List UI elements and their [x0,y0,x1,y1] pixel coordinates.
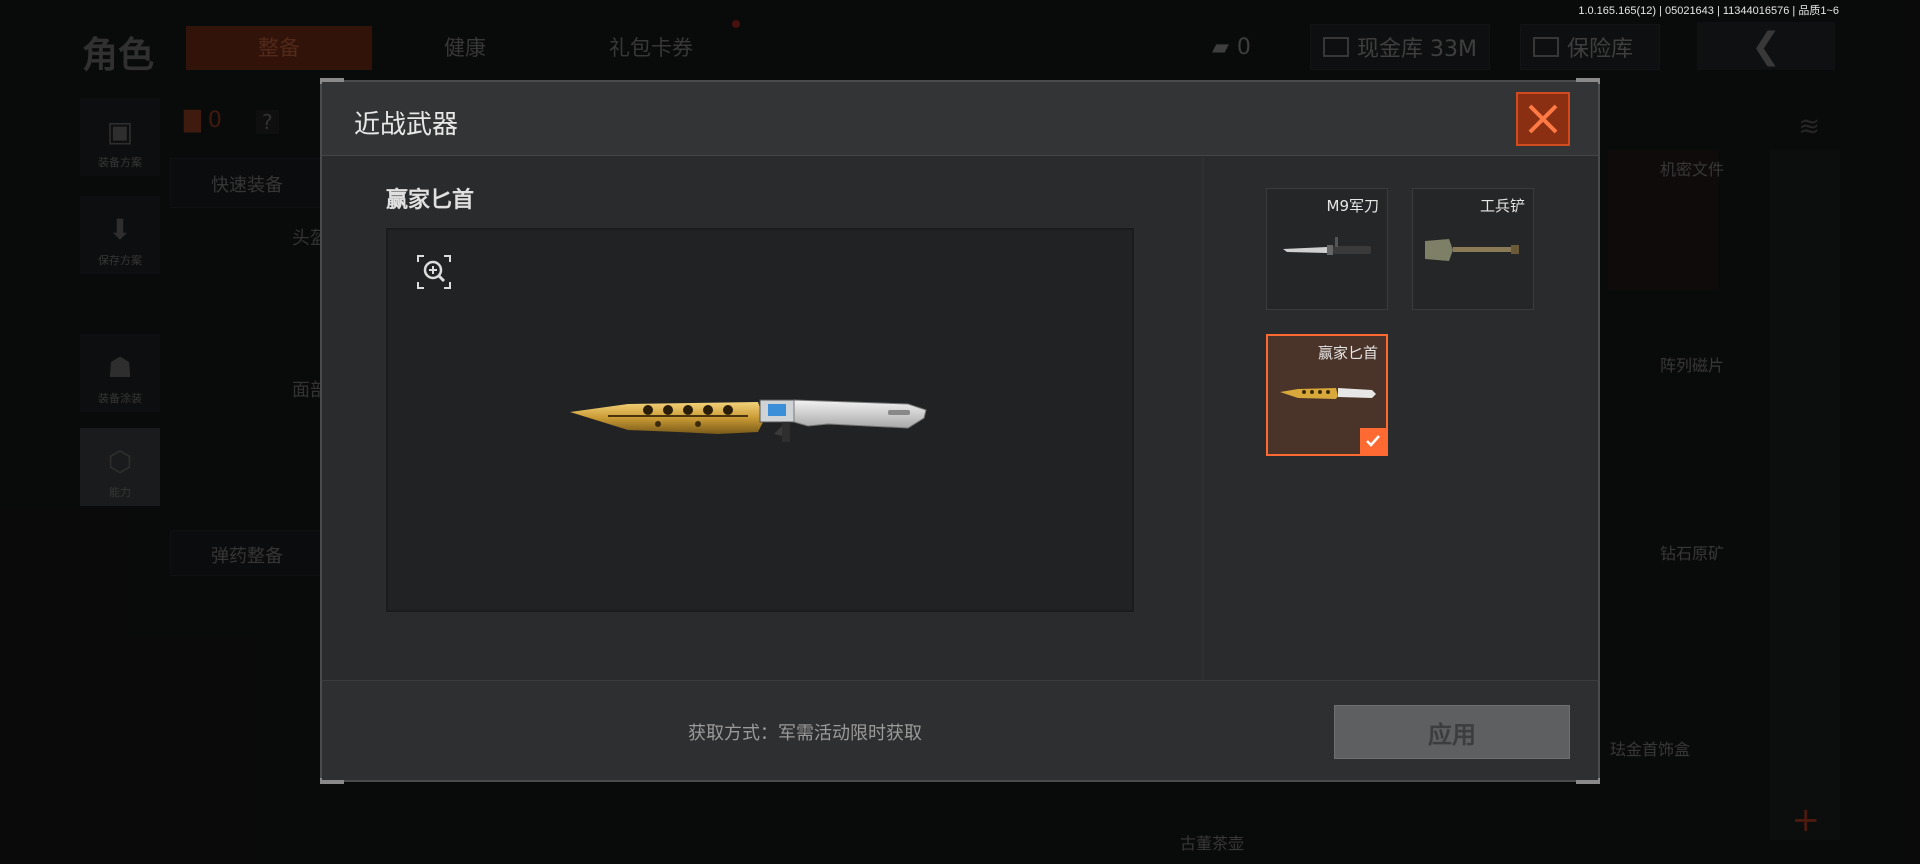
help-icon[interactable]: ? [256,110,279,134]
currency-count: 0 [1236,34,1251,60]
weapon-slot-label: M9军刀 [1326,197,1380,215]
bg-item-label: 珐金首饰盒 [1610,740,1691,759]
dialog-title: 近战武器 [354,110,459,140]
bg-item-label: 机密文件 [1660,160,1725,179]
lightning-hex-icon: ⬡ [107,445,133,478]
currency-display: ▰ 0 [1200,24,1263,70]
weapon-preview[interactable] [386,228,1134,612]
nav-loadout[interactable]: ▣ 装备方案 [80,98,160,176]
selected-check [1360,428,1386,454]
acquire-method-text: 获取方式：军需活动限时获取 [688,723,922,744]
nav-save-plan-label: 保存方案 [98,254,142,267]
selected-weapon-name: 赢家匕首 [386,188,475,213]
nav-ability-label: 能力 [109,486,131,499]
notification-dot [732,20,740,28]
nav-skin[interactable]: ☗ 装备涂装 [80,334,160,412]
right-rail [1770,150,1840,840]
chart-icon [1323,37,1349,57]
helmet-icon: ☗ [107,351,133,384]
bayonet-icon [1283,237,1371,255]
weapon-slot-shovel[interactable]: 工兵铲 [1412,188,1534,310]
bg-item-label: 钻石原矿 [1660,544,1725,563]
quick-equip-label: 快速装备 [211,175,283,196]
tab-equip[interactable]: 整备 [186,26,372,70]
weapon-slot-m9-bayonet[interactable]: M9军刀 [1266,188,1388,310]
version-text: 1.0.165.165(12) | 05021643 | 11344016576… [1578,5,1839,17]
backpack-count: ▇ 0 [184,108,222,133]
weapon-slot-label: 工兵铲 [1479,197,1525,215]
bg-item-label: 阵列磁片 [1660,356,1725,375]
nav-loadout-label: 装备方案 [98,156,142,169]
insurance-button[interactable]: 保险库 [1520,24,1660,70]
cash-storage-label: 现金库 33M [1357,37,1477,62]
monitor-icon [1533,37,1559,57]
ticket-icon: ▰ [1212,34,1229,60]
vest-icon: ▣ [106,115,134,148]
weapon-slot-winner-dagger[interactable]: 赢家匕首 [1266,334,1388,456]
backpack-icon: ▇ [184,108,201,133]
panel-divider [1202,158,1204,758]
nav-save-plan[interactable]: ⬇ 保存方案 [80,196,160,274]
nav-ability[interactable]: ⬡ 能力 [80,428,160,506]
melee-weapon-dialog: 近战武器 赢家匕首 M9军刀 工兵铲 赢家匕首 获取方式：军需活动限时获取 应用 [320,78,1600,784]
tab-gift-cards[interactable]: 礼包卡券 [558,26,744,70]
tab-health[interactable]: 健康 [372,26,558,70]
weapon-slot-label: 赢家匕首 [1317,344,1378,362]
cash-storage-button[interactable]: 现金库 33M [1310,24,1490,70]
page-title: 角色 [82,35,155,76]
chevron-left-icon: ❮ [1750,25,1782,67]
checkmark-icon [1366,435,1380,447]
backpack-count-value: 0 [207,108,222,133]
dialog-footer: 获取方式：军需活动限时获取 应用 [322,680,1598,780]
download-icon: ⬇ [108,213,132,246]
dialog-header: 近战武器 [322,82,1598,156]
gold-dagger-icon [1280,388,1376,399]
stack-icon[interactable]: ≋ [1798,112,1820,142]
nav-skin-label: 装备涂装 [98,392,142,405]
ammo-prep-label: 弹药整备 [211,546,283,567]
apply-button[interactable]: 应用 [1334,705,1570,759]
shovel-icon [1425,239,1519,261]
insurance-label: 保险库 [1567,37,1634,62]
close-icon [1528,104,1558,134]
close-button[interactable] [1516,92,1570,146]
bg-item-label: 古董茶壶 [1180,834,1245,853]
back-button[interactable]: ❮ [1697,22,1835,70]
add-icon[interactable]: + [1792,800,1821,840]
zoom-in-icon[interactable] [416,254,452,290]
gold-dagger-image [570,399,927,442]
